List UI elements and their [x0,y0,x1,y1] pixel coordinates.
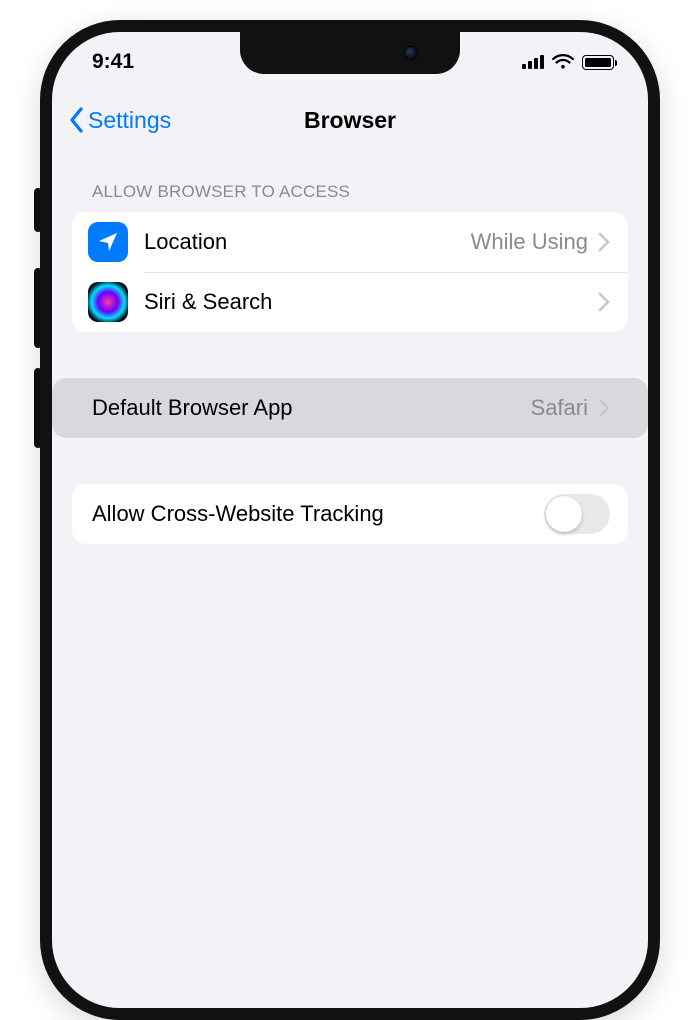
content: ALLOW BROWSER TO ACCESS Location While U… [52,148,648,544]
row-default-browser-value: Safari [531,395,588,421]
battery-icon [582,55,614,70]
location-icon [88,222,128,262]
row-cross-website-tracking[interactable]: Allow Cross-Website Tracking [72,484,628,544]
row-location-value: While Using [471,229,588,255]
tracking-toggle[interactable] [544,494,610,534]
section-header-access: ALLOW BROWSER TO ACCESS [72,148,628,212]
front-camera [404,46,418,60]
row-siri-label: Siri & Search [144,289,598,315]
back-button[interactable]: Settings [68,106,171,134]
row-default-browser[interactable]: Default Browser App Safari [52,378,648,438]
chevron-right-icon [598,292,610,312]
group-default-browser: Default Browser App Safari [72,378,628,438]
siri-icon [88,282,128,322]
toggle-knob [546,496,582,532]
row-default-browser-label: Default Browser App [92,395,531,421]
status-time: 9:41 [92,50,134,74]
row-siri[interactable]: Siri & Search [72,272,628,332]
row-location-label: Location [144,229,471,255]
nav-bar: Settings Browser [52,92,648,148]
chevron-right-icon [598,398,610,418]
group-access: Location While Using Siri & Search [72,212,628,332]
iphone-frame: 9:41 Settings Browser ALLOW BROWSER TO A… [40,20,660,1020]
notch [240,32,460,74]
row-tracking-label: Allow Cross-Website Tracking [92,501,544,527]
screen: 9:41 Settings Browser ALLOW BROWSER TO A… [52,32,648,1008]
cellular-icon [522,55,544,69]
row-location[interactable]: Location While Using [72,212,628,272]
group-tracking: Allow Cross-Website Tracking [72,484,628,544]
back-label: Settings [88,107,171,134]
page-title: Browser [304,107,396,134]
wifi-icon [552,54,574,70]
chevron-left-icon [68,106,86,134]
status-right [522,54,614,70]
chevron-right-icon [598,232,610,252]
